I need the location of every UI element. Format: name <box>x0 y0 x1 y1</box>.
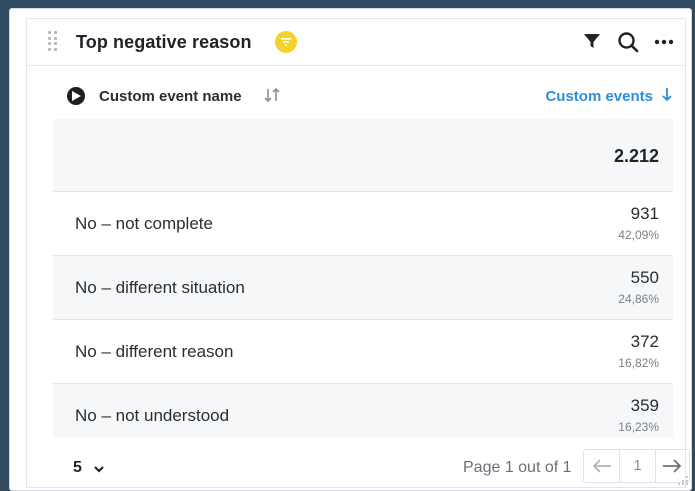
table-footer: 5 Page 1 out of 1 1 <box>53 447 690 487</box>
widget-panel: Top negative reason Custom event name Cu… <box>26 18 690 488</box>
table-row[interactable]: No – not understood 359 16,23% <box>53 384 673 438</box>
metric-column-header[interactable]: Custom events <box>545 88 653 105</box>
resize-icon[interactable] <box>678 476 688 486</box>
table-row[interactable]: No – different situation 550 24,86% <box>53 256 673 320</box>
search-icon[interactable] <box>617 31 641 53</box>
total-row: 2.212 <box>53 119 673 191</box>
widget-card: Top negative reason Custom event name Cu… <box>9 8 692 491</box>
filter-icon[interactable] <box>582 31 606 53</box>
current-page[interactable]: 1 <box>619 450 656 482</box>
page-size-select[interactable]: 5 <box>73 459 82 477</box>
total-value: 2.212 <box>613 146 659 166</box>
row-value: 931 <box>630 204 659 223</box>
row-value: 359 <box>630 396 659 415</box>
table-row[interactable]: No – different reason 372 16,82% <box>53 320 673 384</box>
row-label: No – not complete <box>75 214 213 233</box>
page-info: Page 1 out of 1 <box>463 459 572 476</box>
row-value: 372 <box>630 332 659 351</box>
row-value: 550 <box>630 268 659 287</box>
sort-down-icon[interactable] <box>661 86 673 107</box>
sort-icon[interactable] <box>263 87 281 106</box>
widget-header: Top negative reason <box>27 19 685 65</box>
filter-badge-icon[interactable] <box>275 31 297 53</box>
row-label: No – not understood <box>75 406 230 425</box>
header-divider <box>27 65 685 66</box>
chevron-down-icon[interactable] <box>93 461 105 479</box>
column-header-row: Custom event name Custom events <box>53 79 673 109</box>
drag-handle-icon[interactable] <box>48 31 58 51</box>
row-label: No – different situation <box>75 278 245 297</box>
arrow-left-icon[interactable] <box>584 450 619 482</box>
dimension-column-header[interactable]: Custom event name <box>99 88 242 105</box>
play-icon <box>67 87 85 105</box>
row-percent: 24,86% <box>618 292 659 306</box>
more-icon[interactable] <box>653 31 677 53</box>
row-percent: 42,09% <box>618 228 659 242</box>
row-percent: 16,23% <box>618 420 659 434</box>
row-label: No – different reason <box>75 342 234 361</box>
widget-title: Top negative reason <box>76 32 252 52</box>
pagination: 1 <box>583 449 690 483</box>
row-percent: 16,82% <box>618 356 659 370</box>
table-row[interactable]: No – not complete 931 42,09% <box>53 192 673 256</box>
